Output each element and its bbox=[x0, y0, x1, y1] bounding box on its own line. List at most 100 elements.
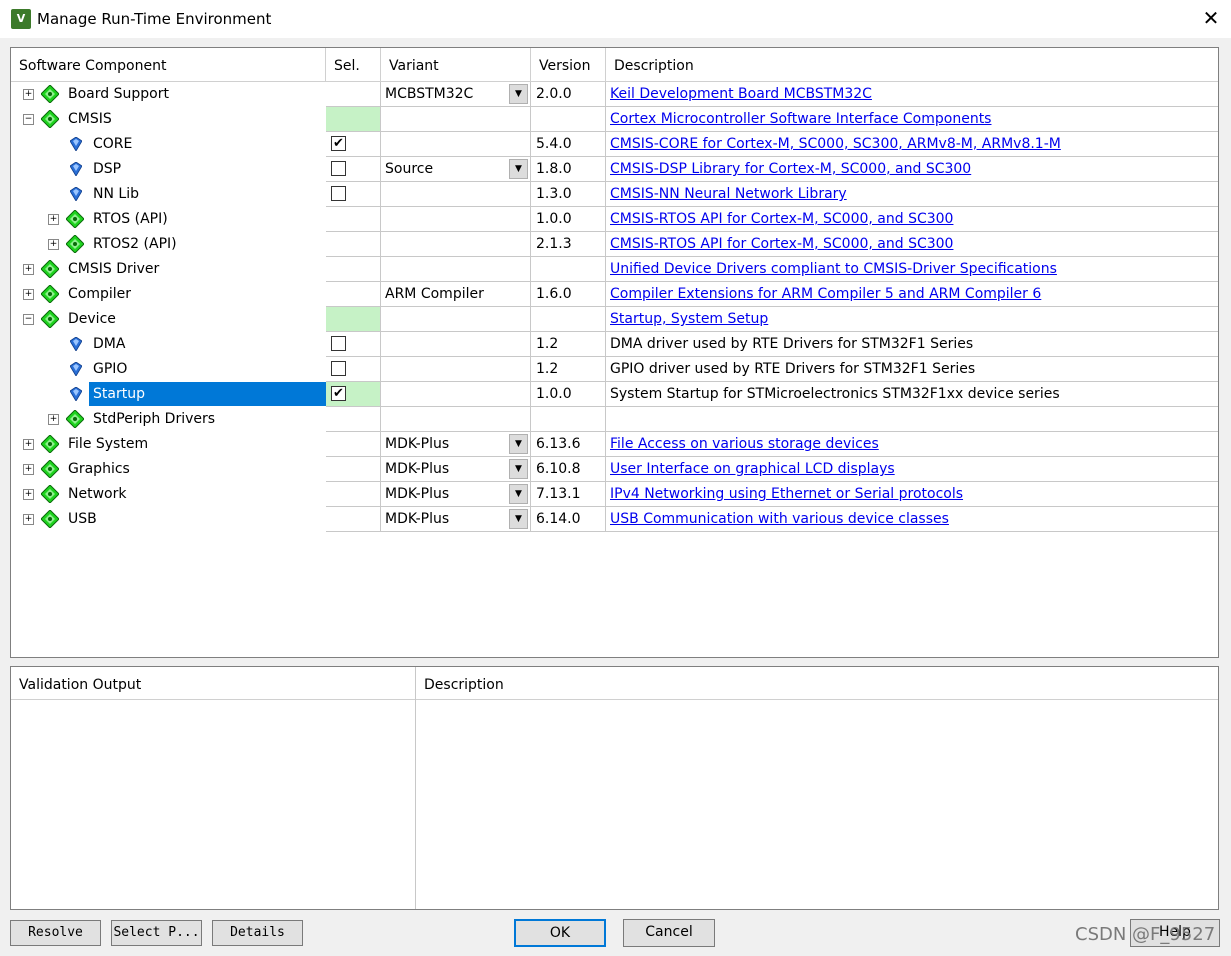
component-label[interactable]: RTOS (API) bbox=[89, 207, 172, 231]
sel-cell[interactable] bbox=[326, 107, 381, 132]
component-cell[interactable]: NN Lib bbox=[11, 182, 326, 207]
description-link[interactable]: IPv4 Networking using Ethernet or Serial… bbox=[610, 486, 963, 502]
component-cell[interactable]: CORE bbox=[11, 132, 326, 157]
tree-row[interactable]: DSP Source ▼ 1.8.0 CMSIS-DSP Library for Cor… bbox=[11, 157, 1218, 182]
variant-cell[interactable]: MDK-Plus ▼ bbox=[381, 457, 531, 482]
component-label[interactable]: DSP bbox=[89, 157, 125, 181]
tree-row[interactable]: CORE ✔ 5.4.0 CMSIS-CORE for Cortex-M, SC000… bbox=[11, 132, 1218, 157]
column-header-component[interactable]: Software Component bbox=[11, 48, 326, 81]
component-label[interactable]: File System bbox=[64, 432, 152, 456]
component-cell[interactable]: GPIO bbox=[11, 357, 326, 382]
resolve-button[interactable]: Resolve bbox=[10, 920, 101, 946]
component-cell[interactable]: − Device bbox=[11, 307, 326, 332]
component-label[interactable]: CORE bbox=[89, 132, 136, 156]
description-link[interactable]: USB Communication with various device cl… bbox=[610, 511, 949, 527]
sel-cell[interactable] bbox=[326, 332, 381, 357]
component-label[interactable]: USB bbox=[64, 507, 101, 531]
chevron-down-icon[interactable]: ▼ bbox=[509, 434, 528, 454]
component-cell[interactable]: + RTOS2 (API) bbox=[11, 232, 326, 257]
component-label[interactable]: Compiler bbox=[64, 282, 135, 306]
component-label[interactable]: NN Lib bbox=[89, 182, 143, 206]
component-cell[interactable]: + Network bbox=[11, 482, 326, 507]
expand-icon[interactable]: + bbox=[48, 239, 59, 250]
description-link[interactable]: CMSIS-DSP Library for Cortex-M, SC000, a… bbox=[610, 161, 971, 177]
sel-cell[interactable]: ✔ bbox=[326, 382, 381, 407]
variant-cell[interactable]: Source ▼ bbox=[381, 157, 531, 182]
variant-cell[interactable]: MDK-Plus ▼ bbox=[381, 482, 531, 507]
expand-icon[interactable]: + bbox=[23, 264, 34, 275]
ok-button[interactable]: OK bbox=[514, 919, 606, 947]
component-cell[interactable]: + USB bbox=[11, 507, 326, 532]
component-label[interactable]: GPIO bbox=[89, 357, 131, 381]
tree-row[interactable]: + CMSIS Driver Unified Device Drivers comp… bbox=[11, 257, 1218, 282]
description-link[interactable]: CMSIS-NN Neural Network Library bbox=[610, 186, 847, 202]
component-label[interactable]: RTOS2 (API) bbox=[89, 232, 181, 256]
component-cell[interactable]: + Graphics bbox=[11, 457, 326, 482]
select-checkbox[interactable] bbox=[331, 186, 346, 201]
component-cell[interactable]: + CMSIS Driver bbox=[11, 257, 326, 282]
details-button[interactable]: Details bbox=[212, 920, 303, 946]
description-link[interactable]: Cortex Microcontroller Software Interfac… bbox=[610, 111, 991, 127]
variant-cell[interactable]: MCBSTM32C ▼ bbox=[381, 82, 531, 107]
select-checkbox[interactable] bbox=[331, 361, 346, 376]
tree-row[interactable]: DMA 1.2 DMA driver used by RTE Drivers for… bbox=[11, 332, 1218, 357]
expand-icon[interactable]: + bbox=[23, 439, 34, 450]
tree-row[interactable]: − CMSIS Cortex Microcontroller Software In… bbox=[11, 107, 1218, 132]
tree-row[interactable]: + USB MDK-Plus ▼ 6.14.0 USB Communication wit… bbox=[11, 507, 1218, 532]
description-link[interactable]: File Access on various storage devices bbox=[610, 436, 879, 452]
description-link[interactable]: Keil Development Board MCBSTM32C bbox=[610, 86, 872, 102]
description-link[interactable]: Compiler Extensions for ARM Compiler 5 a… bbox=[610, 286, 1041, 302]
component-label[interactable]: Board Support bbox=[64, 82, 173, 106]
expand-icon[interactable]: + bbox=[48, 414, 59, 425]
description-link[interactable]: Startup, System Setup bbox=[610, 311, 768, 327]
tree-row[interactable]: Startup ✔ 1.0.0 System Startup for STMicroe… bbox=[11, 382, 1218, 407]
component-cell[interactable]: Startup bbox=[11, 382, 326, 407]
component-label[interactable]: Graphics bbox=[64, 457, 134, 481]
expand-icon[interactable]: + bbox=[23, 514, 34, 525]
sel-cell[interactable] bbox=[326, 182, 381, 207]
chevron-down-icon[interactable]: ▼ bbox=[509, 484, 528, 504]
column-header-version[interactable]: Version bbox=[531, 48, 606, 81]
sel-cell[interactable] bbox=[326, 307, 381, 332]
select-checkbox[interactable] bbox=[331, 161, 346, 176]
column-header-validation-description[interactable]: Description bbox=[416, 667, 1218, 699]
component-cell[interactable]: + Board Support bbox=[11, 82, 326, 107]
expand-icon[interactable]: + bbox=[23, 489, 34, 500]
tree-row[interactable]: + File System MDK-Plus ▼ 6.13.6 File Access o… bbox=[11, 432, 1218, 457]
component-label[interactable]: Network bbox=[64, 482, 130, 506]
expand-icon[interactable]: + bbox=[23, 289, 34, 300]
collapse-icon[interactable]: − bbox=[23, 314, 34, 325]
component-label[interactable]: Device bbox=[64, 307, 120, 331]
column-header-validation-output[interactable]: Validation Output bbox=[11, 667, 416, 699]
column-header-sel[interactable]: Sel. bbox=[326, 48, 381, 81]
column-header-description[interactable]: Description bbox=[606, 48, 1218, 81]
tree-row[interactable]: + Network MDK-Plus ▼ 7.13.1 IPv4 Networking u… bbox=[11, 482, 1218, 507]
chevron-down-icon[interactable]: ▼ bbox=[509, 84, 528, 104]
chevron-down-icon[interactable]: ▼ bbox=[509, 509, 528, 529]
component-cell[interactable]: DSP bbox=[11, 157, 326, 182]
tree-row[interactable]: + Compiler ARM Compiler 1.6.0 Compiler Exten… bbox=[11, 282, 1218, 307]
collapse-icon[interactable]: − bbox=[23, 114, 34, 125]
component-label[interactable]: StdPeriph Drivers bbox=[89, 407, 219, 431]
component-cell[interactable]: + Compiler bbox=[11, 282, 326, 307]
sel-cell[interactable] bbox=[326, 157, 381, 182]
sel-cell[interactable] bbox=[326, 357, 381, 382]
description-link[interactable]: CMSIS-CORE for Cortex-M, SC000, SC300, A… bbox=[610, 136, 1061, 152]
component-cell[interactable]: DMA bbox=[11, 332, 326, 357]
tree-row[interactable]: GPIO 1.2 GPIO driver used by RTE Drivers f… bbox=[11, 357, 1218, 382]
variant-cell[interactable]: MDK-Plus ▼ bbox=[381, 432, 531, 457]
select-checkbox[interactable]: ✔ bbox=[331, 386, 346, 401]
sel-cell[interactable]: ✔ bbox=[326, 132, 381, 157]
component-label[interactable]: CMSIS bbox=[64, 107, 116, 131]
select-checkbox[interactable] bbox=[331, 336, 346, 351]
tree-row[interactable]: + Graphics MDK-Plus ▼ 6.10.8 User Interface o… bbox=[11, 457, 1218, 482]
component-cell[interactable]: + StdPeriph Drivers bbox=[11, 407, 326, 432]
select-packs-button[interactable]: Select P... bbox=[111, 920, 202, 946]
component-cell[interactable]: + File System bbox=[11, 432, 326, 457]
variant-cell[interactable]: MDK-Plus ▼ bbox=[381, 507, 531, 532]
tree-row[interactable]: + StdPeriph Drivers bbox=[11, 407, 1218, 432]
description-link[interactable]: User Interface on graphical LCD displays bbox=[610, 461, 895, 477]
component-label[interactable]: DMA bbox=[89, 332, 129, 356]
expand-icon[interactable]: + bbox=[23, 464, 34, 475]
component-cell[interactable]: + RTOS (API) bbox=[11, 207, 326, 232]
